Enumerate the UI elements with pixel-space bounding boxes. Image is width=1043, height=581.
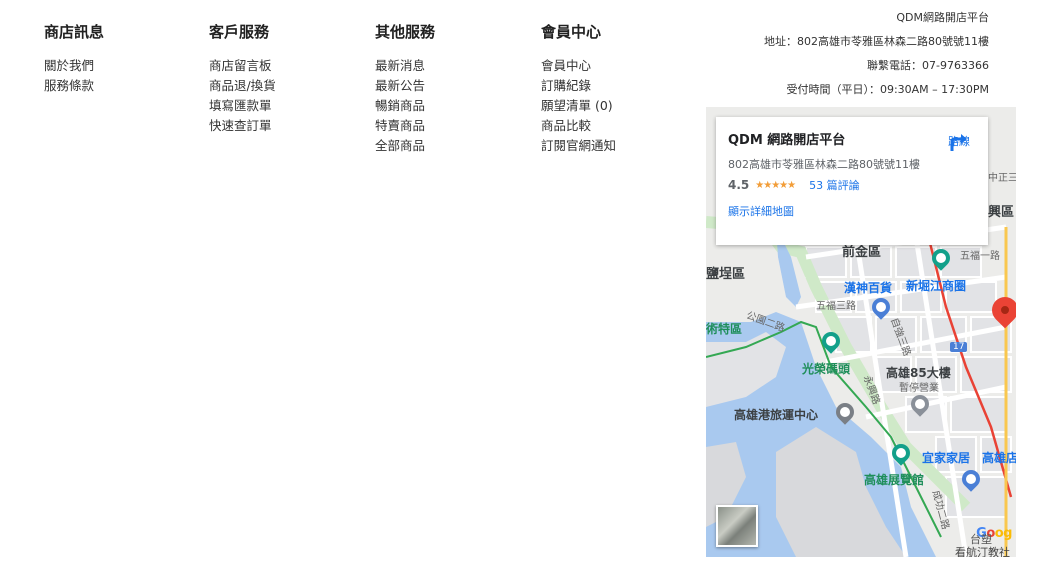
map-info-card: QDM 網路開店平台 802高雄市苓雅區林森二路80號號11樓 4.5 ★★★★… — [716, 117, 988, 245]
footer-col-other-services: 其他服務 最新消息 最新公告 暢銷商品 特賣商品 全部商品 — [375, 20, 525, 156]
route-17-badge: 17 — [950, 342, 968, 352]
reviews-link[interactable]: 53 篇評論 — [809, 177, 860, 193]
map-label-guangrong[interactable]: 光榮碼頭 — [802, 360, 850, 377]
link-returns[interactable]: 商品退/換貨 — [209, 76, 359, 96]
link-terms[interactable]: 服務條款 — [44, 76, 194, 96]
footer-col-member-center: 會員中心 會員中心 訂購紀錄 願望清單 (0) 商品比較 訂閱官網通知 — [541, 20, 691, 156]
col-title-member-center: 會員中心 — [541, 23, 602, 41]
store-name: QDM網路開店平台 — [896, 11, 989, 24]
map-label-cruise-terminal[interactable]: 高雄港旅運中心 — [734, 406, 818, 423]
link-order-history[interactable]: 訂購紀錄 — [541, 76, 691, 96]
map-place-rating: 4.5 ★★★★★ 53 篇評論 — [728, 177, 976, 193]
link-sale-items[interactable]: 特賣商品 — [375, 116, 525, 136]
map-road-wufu1: 五福一路 — [960, 251, 1000, 262]
store-contact-info: QDM網路開店平台 地址：802高雄市苓雅區林森二路80號號11樓 聯繫電話：0… — [764, 8, 989, 104]
map-road-wufu3: 五福三路 — [816, 301, 856, 312]
link-bestsellers[interactable]: 暢銷商品 — [375, 96, 525, 116]
col-title-store-info: 商店訊息 — [44, 23, 105, 41]
link-latest-news[interactable]: 最新消息 — [375, 56, 525, 76]
map-label-yancheng: 鹽埕區 — [706, 267, 746, 282]
map-label-85-status: 暫停營業 — [899, 383, 939, 394]
rating-score: 4.5 — [728, 178, 750, 192]
footer-col-customer-service: 客戶服務 商店留言板 商品退/換貨 填寫匯款單 快速查訂單 — [209, 20, 359, 136]
col-title-other-services: 其他服務 — [375, 23, 436, 41]
link-order-lookup[interactable]: 快速查訂單 — [209, 116, 359, 136]
directions-button[interactable]: 路線 — [948, 131, 970, 151]
link-wishlist[interactable]: 願望清單 (0) — [541, 96, 691, 116]
map-label-kaohsiung-store[interactable]: 高雄店 — [982, 449, 1016, 466]
map-road-zhongzheng: 中正三 — [988, 173, 1016, 184]
embedded-map[interactable]: 鹽埕區 前金區 興區 漢神百貨 新堀江商圈 術特區 光榮碼頭 高雄85大樓 暫停… — [706, 107, 1016, 557]
link-compare[interactable]: 商品比較 — [541, 116, 691, 136]
satellite-toggle-button[interactable] — [716, 505, 758, 547]
map-label-hanshin[interactable]: 漢神百貨 — [844, 279, 892, 296]
map-label-xinjuejiang[interactable]: 新堀江商圈 — [906, 277, 966, 294]
map-place-address: 802高雄市苓雅區林森二路80號號11樓 — [728, 158, 920, 171]
link-about-us[interactable]: 關於我們 — [44, 56, 194, 76]
map-label-xinxing: 興區 — [988, 205, 1015, 220]
store-address: 地址：802高雄市苓雅區林森二路80號號11樓 — [764, 35, 989, 48]
link-message-board[interactable]: 商店留言板 — [209, 56, 359, 76]
map-label-exhibition-center[interactable]: 高雄展覽館 — [864, 471, 924, 488]
rating-stars-icon: ★★★★★ — [755, 179, 796, 191]
link-member-center[interactable]: 會員中心 — [541, 56, 691, 76]
map-label-ikea[interactable]: 宜家家居 — [922, 449, 970, 466]
directions-icon — [950, 134, 967, 151]
col-title-customer-service: 客戶服務 — [209, 23, 270, 41]
link-announcements[interactable]: 最新公告 — [375, 76, 525, 96]
map-place-name: QDM 網路開店平台 — [728, 133, 846, 148]
link-all-products[interactable]: 全部商品 — [375, 136, 525, 156]
footer-col-store-info: 商店訊息 關於我們 服務條款 — [44, 20, 194, 96]
store-hours: 受付時間（平日）：09:30AM – 17:30PM — [786, 83, 989, 96]
map-footer-text: 看航汀教社 — [955, 546, 1010, 557]
store-phone: 聯繫電話：07-9763366 — [867, 59, 989, 72]
link-subscribe[interactable]: 訂閱官網通知 — [541, 136, 691, 156]
map-label-art-zone[interactable]: 術特區 — [706, 320, 742, 337]
link-remittance-form[interactable]: 填寫匯款單 — [209, 96, 359, 116]
view-larger-map-link[interactable]: 顯示詳細地圖 — [728, 203, 976, 219]
